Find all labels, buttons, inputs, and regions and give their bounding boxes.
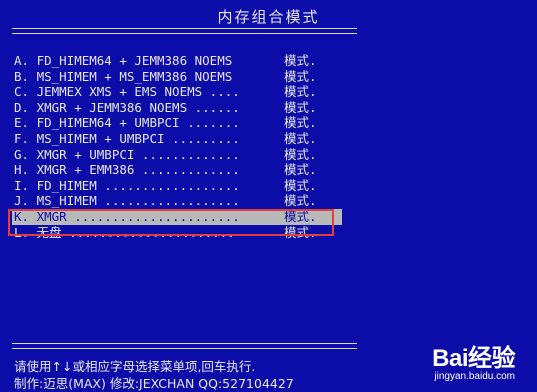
baidu-jingyan-watermark: Bai经验 jingyan.baidu.com [432, 338, 515, 382]
menu-item-a[interactable]: A. FD_HIMEM64 + JEMM386 NOEMS 模式. [12, 53, 342, 69]
bottom-separator [12, 343, 357, 349]
top-separator [12, 28, 357, 34]
menu-item-g[interactable]: G. XMGR + UMBPCI ............. 模式. [12, 147, 342, 163]
watermark-logo: Bai经验 [432, 345, 515, 372]
boot-menu: A. FD_HIMEM64 + JEMM386 NOEMS 模式. B. MS_H… [12, 53, 342, 240]
menu-item-e[interactable]: E. FD_HIMEM64 + UMBPCI ....... 模式. [12, 115, 342, 131]
menu-item-f[interactable]: F. MS_HIMEM + UMBPCI ......... 模式. [12, 131, 342, 147]
menu-item-l[interactable]: L. 无盘 ...................... 模式. [12, 225, 342, 241]
menu-item-c[interactable]: C. JEMMEX XMS + EMS NOEMS .... 模式. [12, 84, 342, 100]
menu-item-k[interactable]: K. XMGR ...................... 模式. [12, 208, 342, 225]
watermark-url: jingyan.baidu.com [434, 371, 515, 382]
menu-title: 内存组合模式 [217, 8, 320, 26]
credits-text: 制作:迈思(MAX) 修改:JEXCHAN QQ:527104427 [14, 376, 294, 391]
menu-item-j[interactable]: J. MS_HIMEM .................. 模式. [12, 193, 342, 209]
menu-item-i[interactable]: I. FD_HIMEM .................. 模式. [12, 178, 342, 194]
menu-item-h[interactable]: H. XMGR + EMM386 ............. 模式. [12, 162, 342, 178]
menu-item-b[interactable]: B. MS_HIMEM + MS_EMM386 NOEMS 模式. [12, 69, 342, 85]
menu-item-d[interactable]: D. XMGR + JEMM386 NOEMS ...... 模式. [12, 100, 342, 116]
